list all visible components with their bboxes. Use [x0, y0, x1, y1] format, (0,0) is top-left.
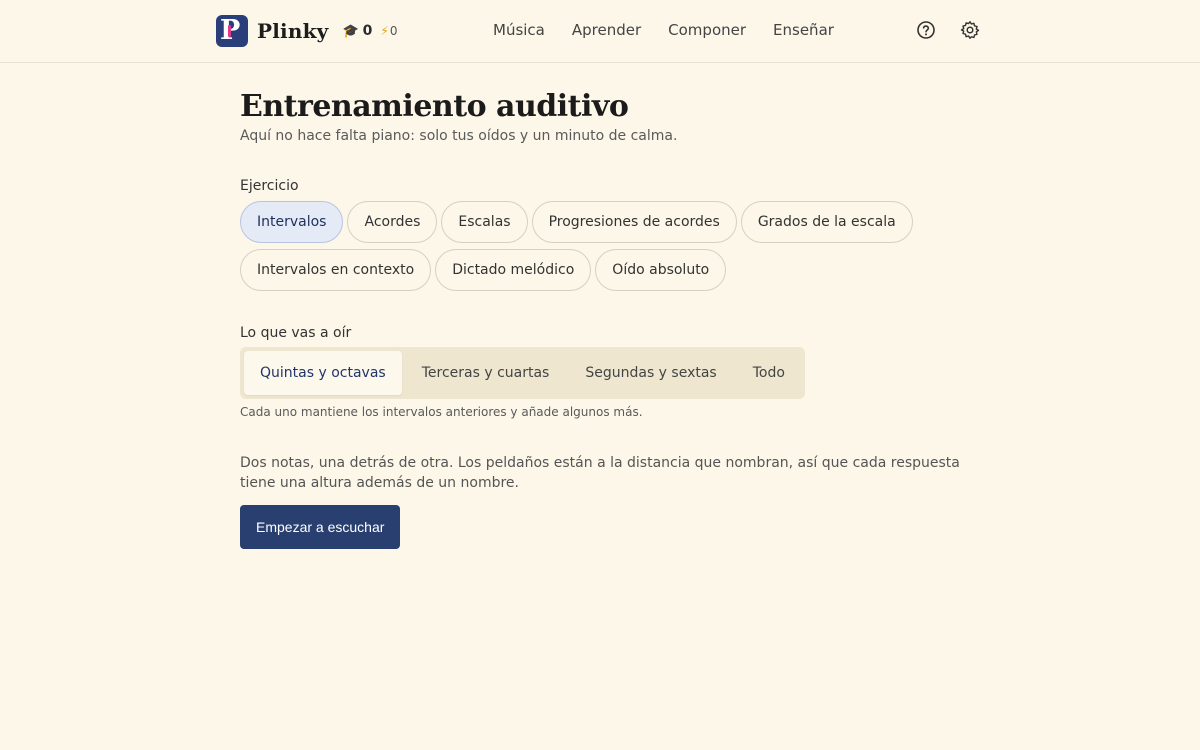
top-icons: [916, 20, 980, 40]
nav-item-musica[interactable]: Música: [493, 21, 545, 39]
settings-gear-icon[interactable]: [960, 20, 980, 40]
logo-accent-bar: [228, 25, 231, 37]
plinky-logo-icon: P: [216, 15, 248, 47]
page-title: Entrenamiento auditivo: [240, 89, 629, 124]
main-nav: Música Aprender Componer Enseñar: [493, 21, 861, 39]
listen-hint: Cada uno mantiene los intervalos anterio…: [240, 405, 643, 419]
exercise-chips: Intervalos Acordes Escalas Progresiones …: [240, 201, 940, 297]
brand-name: Plinky: [257, 19, 329, 43]
chip-escalas[interactable]: Escalas: [441, 201, 528, 243]
segment-quintas-y-octavas[interactable]: Quintas y octavas: [244, 351, 402, 395]
help-icon[interactable]: [916, 20, 936, 40]
chip-dictado-melodico[interactable]: Dictado melódico: [435, 249, 592, 291]
chip-intervalos[interactable]: Intervalos: [240, 201, 344, 243]
exercise-description: Dos notas, una detrás de otra. Los pelda…: [240, 455, 960, 491]
chip-oido-absoluto[interactable]: Oído absoluto: [595, 249, 727, 291]
graduation-stat: 🎓 0: [342, 23, 372, 39]
chip-intervalos-en-contexto[interactable]: Intervalos en contexto: [240, 249, 432, 291]
segment-segundas-y-sextas[interactable]: Segundas y sextas: [569, 351, 732, 395]
listen-segmented-control: Quintas y octavas Terceras y cuartas Seg…: [240, 347, 805, 399]
chip-acordes[interactable]: Acordes: [347, 201, 438, 243]
segment-terceras-y-cuartas[interactable]: Terceras y cuartas: [406, 351, 566, 395]
nav-item-aprender[interactable]: Aprender: [572, 21, 641, 39]
graduation-count: 0: [362, 23, 373, 39]
lightning-icon: ⚡: [380, 24, 389, 38]
start-listening-button[interactable]: Empezar a escuchar: [240, 505, 401, 549]
listen-label: Lo que vas a oír: [240, 325, 352, 341]
top-navigation-bar: P Plinky 🎓 0 ⚡ 0 Música Aprender Compone…: [0, 0, 1200, 63]
brand[interactable]: P Plinky 🎓 0 ⚡ 0: [216, 15, 397, 47]
main-content: Entrenamiento auditivo Aquí no hace falt…: [240, 88, 960, 549]
segment-todo[interactable]: Todo: [737, 351, 801, 395]
chip-grados-de-la-escala[interactable]: Grados de la escala: [740, 201, 913, 243]
lightning-stat: ⚡ 0: [380, 24, 397, 38]
chip-progresiones-de-acordes[interactable]: Progresiones de acordes: [531, 201, 737, 243]
nav-item-componer[interactable]: Componer: [668, 21, 746, 39]
exercise-label: Ejercicio: [240, 178, 299, 194]
user-stats: 🎓 0 ⚡ 0: [342, 23, 397, 39]
graduation-cap-icon: 🎓: [342, 23, 359, 39]
nav-item-ensenar[interactable]: Enseñar: [773, 21, 834, 39]
lightning-count: 0: [389, 24, 398, 38]
page-subtitle: Aquí no hace falta piano: solo tus oídos…: [240, 128, 678, 144]
